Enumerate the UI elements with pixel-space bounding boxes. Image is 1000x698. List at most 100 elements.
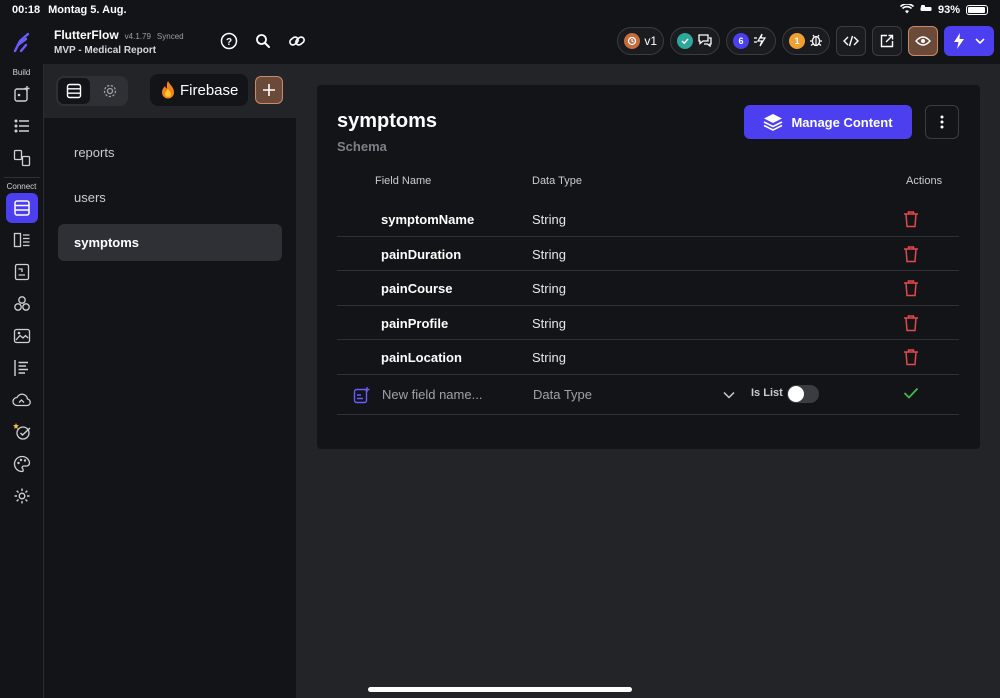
- schema-icon[interactable]: [6, 225, 38, 255]
- version-pill[interactable]: v1: [617, 27, 664, 55]
- delete-field-button[interactable]: [903, 279, 919, 300]
- comments-pill[interactable]: [670, 27, 720, 55]
- rail-divider: [3, 177, 40, 178]
- settings-gear-icon[interactable]: [6, 481, 38, 511]
- delete-field-button[interactable]: [903, 210, 919, 231]
- status-date: Montag 5. Aug.: [48, 4, 127, 16]
- version-badge: v1: [644, 34, 657, 48]
- check-icon: [903, 387, 919, 399]
- cloud-icon[interactable]: [6, 385, 38, 415]
- database-icon: [66, 83, 82, 99]
- view-code-button[interactable]: [836, 26, 866, 56]
- code-icon: [843, 35, 859, 47]
- is-list-label: Is List: [751, 387, 783, 399]
- firebase-flame-icon: [162, 81, 174, 99]
- field-name[interactable]: symptomName: [381, 212, 474, 227]
- data-type-select[interactable]: Data Type: [533, 387, 592, 402]
- warnings-count: 1: [789, 33, 805, 49]
- table-row[interactable]: symptomName String: [337, 202, 959, 237]
- trash-icon: [904, 211, 918, 228]
- is-list-toggle[interactable]: [787, 385, 819, 403]
- theme-icon[interactable]: [6, 449, 38, 479]
- collection-item-reports[interactable]: reports: [58, 134, 282, 171]
- version-icon: [624, 33, 641, 49]
- firestore-settings-tab[interactable]: [94, 78, 126, 104]
- field-type[interactable]: String: [532, 350, 566, 365]
- preview-button[interactable]: [908, 26, 938, 56]
- app-version: v4.1.79: [124, 32, 151, 41]
- new-field-row: New field name... Data Type Is List: [337, 374, 959, 415]
- layers-icon: [764, 114, 783, 131]
- table-row[interactable]: painDuration String: [337, 237, 959, 271]
- manage-content-button[interactable]: Manage Content: [744, 105, 912, 139]
- issues-count: 6: [733, 33, 749, 49]
- battery-percent: 93%: [937, 4, 960, 16]
- chevron-down-icon[interactable]: [723, 387, 735, 402]
- field-name[interactable]: painLocation: [381, 350, 462, 365]
- api-calls-icon[interactable]: [6, 353, 38, 383]
- agents-icon[interactable]: [6, 417, 38, 447]
- open-external-button[interactable]: [872, 26, 902, 56]
- run-button[interactable]: [944, 26, 994, 56]
- add-page-icon[interactable]: [6, 79, 38, 109]
- toggle-knob: [788, 386, 804, 402]
- external-link-icon: [880, 34, 894, 48]
- collection-item-users[interactable]: users: [58, 179, 282, 216]
- schema-subtitle: Schema: [337, 139, 387, 154]
- search-icon[interactable]: [252, 30, 274, 52]
- collection-item-symptoms[interactable]: symptoms: [58, 224, 282, 261]
- debug-pill[interactable]: 1: [782, 27, 830, 55]
- media-icon[interactable]: [6, 321, 38, 351]
- panel-header: Firebase: [44, 64, 296, 118]
- table-row[interactable]: painCourse String: [337, 271, 959, 306]
- app-name: FlutterFlow: [54, 28, 119, 42]
- add-collection-button[interactable]: [255, 76, 283, 104]
- nav-rail: Build Connect: [0, 64, 44, 698]
- sleep-icon: [920, 4, 932, 16]
- connect-section-label: Connect: [6, 182, 37, 191]
- svg-text:?: ?: [226, 37, 232, 48]
- help-icon[interactable]: ?: [218, 30, 240, 52]
- field-type[interactable]: String: [532, 281, 566, 296]
- more-vertical-icon: [940, 115, 944, 129]
- more-options-button[interactable]: [925, 105, 959, 139]
- confirm-field-button[interactable]: [903, 386, 919, 403]
- table-row[interactable]: painProfile String: [337, 306, 959, 340]
- firestore-icon[interactable]: [5, 193, 38, 223]
- field-type[interactable]: String: [532, 212, 566, 227]
- field-name[interactable]: painCourse: [381, 281, 453, 296]
- toolbar-right: v1 6 1: [617, 26, 994, 56]
- home-indicator: [368, 687, 632, 692]
- delete-field-button[interactable]: [903, 348, 919, 369]
- storyboard-icon[interactable]: [6, 143, 38, 173]
- lightning-icon: [954, 33, 964, 49]
- flutterflow-logo-icon[interactable]: [0, 20, 44, 64]
- files-icon[interactable]: [6, 257, 38, 287]
- column-data-type: Data Type: [532, 175, 582, 187]
- trash-icon: [904, 314, 918, 331]
- sync-status: Synced: [156, 32, 184, 41]
- delete-field-button[interactable]: [903, 314, 919, 335]
- field-type[interactable]: String: [532, 316, 566, 331]
- issues-pill[interactable]: 6: [726, 27, 776, 55]
- chevron-down-icon[interactable]: [975, 37, 985, 45]
- check-status-icon: [677, 33, 693, 49]
- project-name[interactable]: MVP - Medical Report: [54, 45, 184, 56]
- collections-view-tab[interactable]: [58, 78, 90, 104]
- panel-view-toggle: [56, 76, 128, 106]
- table-row[interactable]: painLocation String: [337, 340, 959, 375]
- table-header: Field Name Data Type Actions: [337, 175, 959, 191]
- field-name[interactable]: painProfile: [381, 316, 448, 331]
- widget-tree-icon[interactable]: [6, 111, 38, 141]
- plus-icon: [263, 84, 275, 96]
- link-icon[interactable]: [286, 30, 308, 52]
- field-type[interactable]: String: [532, 247, 566, 262]
- trash-icon: [904, 349, 918, 366]
- build-section-label: Build: [12, 68, 31, 77]
- components-icon[interactable]: [6, 289, 38, 319]
- add-field-icon: [353, 386, 371, 407]
- firebase-button[interactable]: Firebase: [150, 74, 249, 106]
- delete-field-button[interactable]: [903, 245, 919, 266]
- new-field-name-input[interactable]: New field name...: [382, 387, 482, 402]
- field-name[interactable]: painDuration: [381, 247, 461, 262]
